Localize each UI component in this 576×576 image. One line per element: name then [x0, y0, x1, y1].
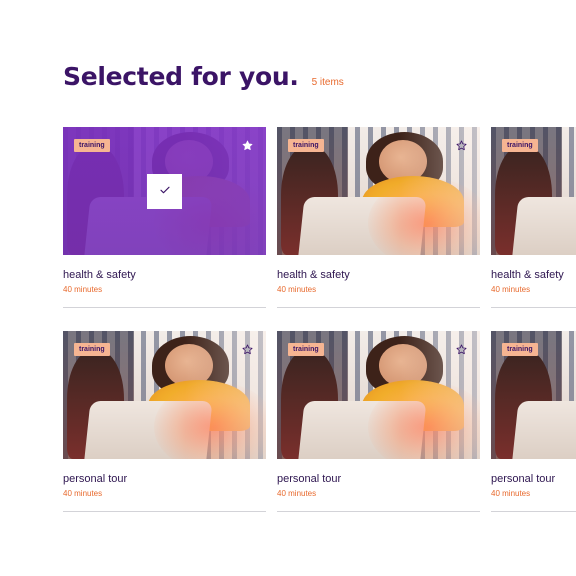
course-card[interactable]: training personal tour 40 minutes [277, 331, 480, 512]
check-icon [159, 183, 171, 201]
course-card[interactable]: training health & safety 40 minutes [63, 127, 266, 308]
course-card[interactable]: training health & safety 40 minutes [491, 127, 576, 308]
card-divider [491, 511, 576, 512]
category-tag: training [502, 139, 538, 152]
card-duration: 40 minutes [63, 489, 103, 498]
course-card[interactable]: training personal tour 40 minutes [491, 331, 576, 512]
star-icon[interactable] [241, 139, 253, 151]
category-tag: training [288, 139, 324, 152]
card-thumbnail[interactable]: training [63, 127, 266, 255]
star-icon[interactable] [455, 343, 467, 355]
selected-for-you-page: Selected for you. 5 items training healt… [0, 0, 576, 576]
card-thumbnail[interactable]: training [63, 331, 266, 459]
card-title[interactable]: personal tour [63, 473, 127, 485]
category-tag: training [288, 343, 324, 356]
card-divider [63, 307, 266, 308]
card-title[interactable]: health & safety [491, 269, 564, 281]
course-card[interactable]: training personal tour 40 minutes [63, 331, 266, 512]
card-duration: 40 minutes [63, 285, 103, 294]
card-duration: 40 minutes [277, 489, 317, 498]
card-thumbnail[interactable]: training [491, 127, 576, 255]
card-thumbnail[interactable]: training [277, 127, 480, 255]
card-title[interactable]: personal tour [277, 473, 341, 485]
card-divider [277, 307, 480, 308]
card-duration: 40 minutes [277, 285, 317, 294]
card-divider [491, 307, 576, 308]
card-duration: 40 minutes [491, 489, 531, 498]
category-tag: training [74, 139, 110, 152]
card-thumbnail[interactable]: training [277, 331, 480, 459]
section-title: Selected for you. [63, 62, 299, 91]
selected-checkbox[interactable] [147, 174, 182, 209]
category-tag: training [502, 343, 538, 356]
section-header: Selected for you. 5 items [63, 62, 344, 91]
course-card[interactable]: training health & safety 40 minutes [277, 127, 480, 308]
card-title[interactable]: personal tour [491, 473, 555, 485]
star-icon[interactable] [455, 139, 467, 151]
star-icon[interactable] [241, 343, 253, 355]
card-divider [63, 511, 266, 512]
card-duration: 40 minutes [491, 285, 531, 294]
card-title[interactable]: health & safety [277, 269, 350, 281]
card-title[interactable]: health & safety [63, 269, 136, 281]
card-divider [277, 511, 480, 512]
card-thumbnail[interactable]: training [491, 331, 576, 459]
item-count: 5 items [311, 77, 344, 88]
category-tag: training [74, 343, 110, 356]
